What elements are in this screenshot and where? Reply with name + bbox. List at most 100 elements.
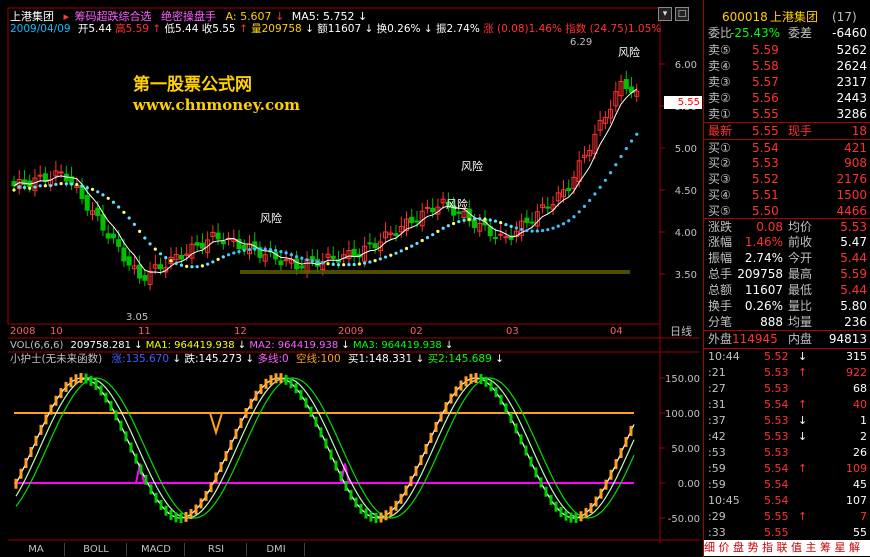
restore-icon[interactable]: ▾ xyxy=(658,7,672,21)
ma-dotted-point xyxy=(305,258,309,262)
tick-arrow: ↑ xyxy=(798,462,808,475)
tab-dmi[interactable]: DMI xyxy=(248,543,305,556)
oscillator-bar xyxy=(209,482,213,493)
oscillator-bar xyxy=(339,471,343,482)
empty-spike xyxy=(209,412,223,437)
ma-dotted-point xyxy=(441,226,445,230)
chart-area[interactable]: 6.005.505.004.504.003.50 150.00100.0050.… xyxy=(0,0,703,557)
stat-label: 涨幅 xyxy=(708,235,733,249)
tab-macd[interactable]: MACD xyxy=(128,543,185,556)
tick-row: :33 5.55 55 xyxy=(704,525,870,541)
ma-dotted-point xyxy=(49,183,53,188)
ma-dotted-point xyxy=(452,221,456,226)
oscillator-bar xyxy=(544,486,548,497)
ma-dotted-point xyxy=(96,190,100,194)
stat-label-2: 最高 xyxy=(788,267,813,281)
indicator-name[interactable]: 小护士(无未来函数) xyxy=(10,353,102,365)
ma-dotted-point xyxy=(342,263,346,267)
buy-price: 5.52 xyxy=(752,172,779,186)
vol-value: 209758.281 xyxy=(70,340,131,351)
buy-row[interactable]: 买③ 5.52 2176 xyxy=(704,171,870,187)
oscillator-bar xyxy=(249,398,253,409)
oscillator-bar xyxy=(374,512,378,523)
tick-time: :31 xyxy=(708,398,726,411)
tick-volume: 26 xyxy=(853,446,867,459)
ma-dotted-point xyxy=(488,218,492,222)
sell-price: 5.57 xyxy=(752,75,779,89)
formula-2[interactable]: 绝密操盘手 xyxy=(161,10,216,23)
oscillator-bar xyxy=(384,510,388,521)
sell-row[interactable]: 卖⑤ 5.59 5262 xyxy=(704,42,870,58)
tab-boll[interactable]: BOLL xyxy=(66,543,127,556)
oscillator-bar xyxy=(479,374,483,385)
tick-time: :33 xyxy=(708,526,726,539)
buy-row[interactable]: 买⑤ 5.50 4466 xyxy=(704,203,870,219)
buy-row[interactable]: 买① 5.54 421 xyxy=(704,139,870,156)
sell-volume: 5262 xyxy=(836,43,867,57)
period-label[interactable]: 日线 xyxy=(670,325,692,338)
tick-volume: 109 xyxy=(846,462,867,475)
ma-dotted-point xyxy=(551,226,555,230)
ind-tick-label: 0.00 xyxy=(678,479,700,490)
current-price-tag: 5.55 xyxy=(664,96,702,109)
ma-dotted-point xyxy=(457,220,461,224)
neipan-label: 内盘 xyxy=(788,332,813,346)
ind-fall: 跌:145.273 xyxy=(184,353,242,365)
candle-body xyxy=(283,259,289,262)
stat-label-2: 量比 xyxy=(788,299,813,313)
quote-footer-tabs[interactable]: 细 价 盘 势 指 联 值 主 筹 星 解 xyxy=(704,540,870,556)
header-amplitude: 振2.74% xyxy=(435,23,480,35)
candle-body xyxy=(623,79,629,89)
oscillator-bar xyxy=(244,408,248,419)
oscillator-bar xyxy=(454,386,458,397)
x-tick-04: 04 xyxy=(610,326,623,337)
buy-level: 买④ xyxy=(708,188,731,202)
oscillator-bar xyxy=(434,421,438,432)
buy-price: 5.51 xyxy=(752,188,779,202)
sell-row[interactable]: 卖④ 5.58 2624 xyxy=(704,58,870,74)
window-icon[interactable]: □ xyxy=(675,7,689,21)
oscillator-bar xyxy=(354,497,358,508)
oscillator-bar xyxy=(574,512,578,523)
risk-label-3: 风险 xyxy=(446,198,468,211)
tab-rsi[interactable]: RSI xyxy=(186,543,247,556)
sell-row[interactable]: 卖① 5.55 3286 xyxy=(704,106,870,122)
ma-dotted-point xyxy=(268,247,273,252)
oscillator-bar xyxy=(319,427,323,438)
ma-dotted-point xyxy=(373,259,377,263)
ma-dotted-point xyxy=(111,200,116,204)
waipan-value: 114945 xyxy=(732,332,778,346)
a-value: A: 5.607 xyxy=(225,10,272,23)
latest-row: 最新 5.55 现手 18 xyxy=(704,122,870,139)
candle-body xyxy=(137,264,143,279)
watermark-title: 第一股票公式网 xyxy=(133,75,252,95)
oscillator-bar xyxy=(464,376,468,387)
ind-buy2: 买2:145.689 xyxy=(427,353,492,365)
sell-volume: 3286 xyxy=(836,107,867,121)
oscillator-bar xyxy=(64,381,68,392)
buy-row[interactable]: 买② 5.53 908 xyxy=(704,155,870,171)
buy-price: 5.54 xyxy=(752,141,779,155)
formula-1[interactable]: 筹码超跌综合选 xyxy=(75,10,152,23)
tick-volume: 45 xyxy=(853,478,867,491)
oscillator-bar xyxy=(74,374,78,385)
stat-value-2: 5.59 xyxy=(840,267,867,281)
buy-volume: 4466 xyxy=(836,204,867,218)
buy-row[interactable]: 买④ 5.51 1500 xyxy=(704,187,870,203)
tick-row: :42 5.53 ↓ 2 xyxy=(704,429,870,445)
tick-price: 5.54 xyxy=(764,494,789,507)
ma-dotted-point xyxy=(394,251,398,255)
tick-row: :59 5.54 ↑ 109 xyxy=(704,461,870,477)
ma-dotted-point xyxy=(624,146,628,151)
tab-ma[interactable]: MA xyxy=(8,543,65,556)
oscillator-bar xyxy=(159,499,163,510)
chart-canvas[interactable]: 6.005.505.004.504.003.50 150.00100.0050.… xyxy=(0,0,703,557)
oscillator-bar xyxy=(539,477,543,488)
sell-row[interactable]: 卖③ 5.57 2317 xyxy=(704,74,870,90)
oscillator-bar xyxy=(144,474,148,485)
ma-dotted-point xyxy=(284,251,288,255)
header-turnover: 换0.26% xyxy=(376,23,421,35)
sell-row[interactable]: 卖② 5.56 2443 xyxy=(704,90,870,106)
quote-name: 上港集团 xyxy=(770,10,819,24)
stat-value-2: 5.44 xyxy=(840,283,867,297)
